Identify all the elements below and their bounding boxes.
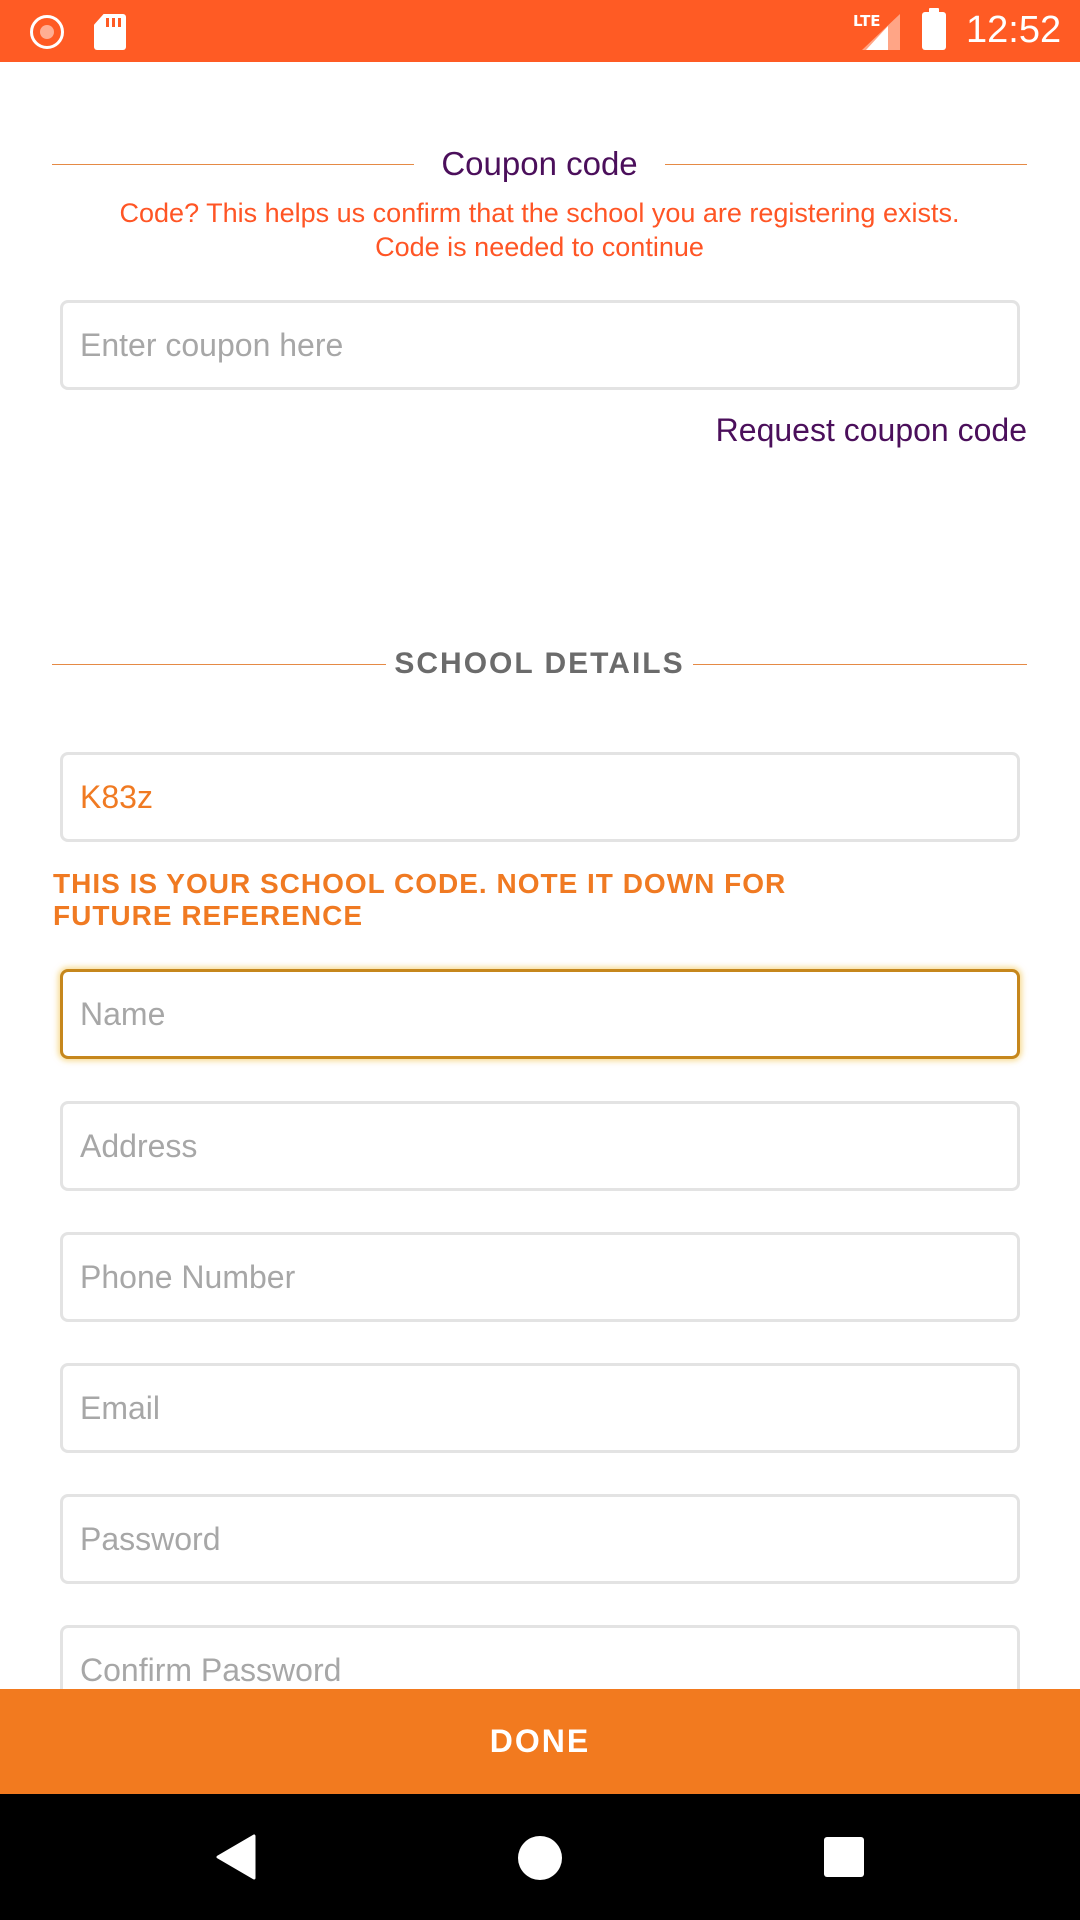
coupon-help-text: Code? This helps us confirm that the sch… xyxy=(52,196,1027,264)
school-code-note-line-2: FUTURE REFERENCE xyxy=(53,900,364,931)
school-code-note: THIS IS YOUR SCHOOL CODE. NOTE IT DOWN F… xyxy=(53,868,853,932)
signal-icon xyxy=(862,14,900,50)
email-input[interactable]: Email xyxy=(60,1363,1020,1453)
coupon-input[interactable]: Enter coupon here xyxy=(60,300,1020,390)
screen-record-icon xyxy=(30,15,64,49)
school-code-field[interactable]: K83z xyxy=(60,752,1020,842)
status-bar: LTE 12:52 xyxy=(0,0,1080,62)
password-input[interactable]: Password xyxy=(60,1494,1020,1584)
name-input[interactable]: Name xyxy=(60,969,1020,1059)
battery-icon xyxy=(922,8,946,50)
coupon-help-line-2: Code is needed to continue xyxy=(375,232,704,262)
school-section-header: SCHOOL DETAILS xyxy=(52,644,1027,684)
clock: 12:52 xyxy=(966,9,1062,51)
registration-form[interactable]: Coupon code Code? This helps us confirm … xyxy=(0,62,1080,1689)
coupon-section-header: Coupon code xyxy=(52,144,1027,184)
navigation-bar xyxy=(0,1794,1080,1920)
divider xyxy=(693,664,1027,665)
address-input[interactable]: Address xyxy=(60,1101,1020,1191)
done-button[interactable]: DONE xyxy=(0,1689,1080,1794)
phone-number-input[interactable]: Phone Number xyxy=(60,1232,1020,1322)
sd-card-icon xyxy=(94,14,126,50)
recent-apps-icon[interactable] xyxy=(824,1837,864,1877)
request-coupon-link[interactable]: Request coupon code xyxy=(716,412,1027,449)
confirm-password-input[interactable]: Confirm Password xyxy=(60,1625,1020,1689)
school-code-note-line-1: THIS IS YOUR SCHOOL CODE. NOTE IT DOWN F… xyxy=(53,868,787,899)
back-icon[interactable] xyxy=(216,1834,256,1880)
coupon-help-line-1: Code? This helps us confirm that the sch… xyxy=(119,198,960,228)
divider xyxy=(665,164,1027,165)
home-icon[interactable] xyxy=(518,1836,562,1880)
